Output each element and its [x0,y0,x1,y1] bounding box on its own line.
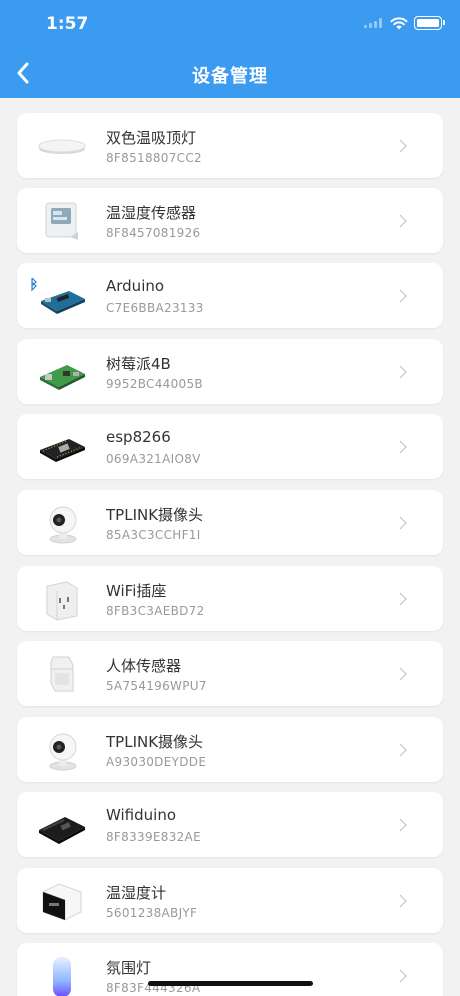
device-name: esp8266 [106,428,171,446]
device-card[interactable]: 氛围灯 8F83F444326A [17,943,443,996]
device-code: C7E6BBA23133 [106,301,204,315]
device-code: 8FB3C3AEBD72 [106,604,205,618]
nav-bar: 1:57 设备管理 [0,0,460,98]
device-card[interactable]: 温湿度计 5601238ABJYF [17,868,443,933]
device-card[interactable]: Wifiduino 8F8339E832AE [17,792,443,857]
device-card[interactable]: 双色温吸顶灯 8F8518807CC2 [17,113,443,178]
thermo-sensor-icon [37,196,87,246]
device-code: 069A321AIO8V [106,452,201,466]
device-code: A93030DEYDDE [106,755,207,769]
device-card[interactable]: TPLINK摄像头 85A3C3CCHF1I [17,490,443,555]
chevron-right-icon [399,894,407,908]
device-name: 温湿度传感器 [106,204,197,222]
hygrometer-icon [37,876,87,926]
device-code: 8F8339E832AE [106,830,201,844]
chevron-right-icon [399,969,407,983]
device-name: 温湿度计 [106,884,167,902]
device-card[interactable]: 树莓派4B 9952BC44005B [17,339,443,404]
device-code: 5601238ABJYF [106,906,198,920]
device-code: 85A3C3CCHF1I [106,528,201,542]
device-code: 8F8518807CC2 [106,151,202,165]
device-card[interactable]: TPLINK摄像头 A93030DEYDDE [17,717,443,782]
device-card[interactable]: WiFi插座 8FB3C3AEBD72 [17,566,443,631]
cellular-signal-icon [364,18,384,28]
chevron-right-icon [399,440,407,454]
device-name: TPLINK摄像头 [106,506,204,524]
chevron-right-icon [399,289,407,303]
wifiduino-board-icon [37,800,87,850]
camera-icon [37,498,87,548]
arduino-board-icon [27,271,89,321]
chevron-right-icon [399,667,407,681]
device-code: 8F8457081926 [106,226,201,240]
ceiling-lamp-icon [37,121,87,171]
device-card[interactable]: 温湿度传感器 8F8457081926 [17,188,443,253]
camera-icon [37,725,87,775]
chevron-right-icon [399,818,407,832]
device-name: 氛围灯 [106,959,152,977]
chevron-right-icon [399,592,407,606]
device-code: 5A754196WPU7 [106,679,207,693]
wifi-socket-icon [37,574,87,624]
chevron-right-icon [399,516,407,530]
ambient-lamp-icon [37,951,87,996]
chevron-right-icon [399,365,407,379]
device-name: Arduino [106,277,165,295]
raspberry-pi-icon [37,347,87,397]
device-name: 树莓派4B [106,355,171,373]
device-name: WiFi插座 [106,582,167,600]
status-time: 1:57 [46,14,89,34]
device-card[interactable]: 人体传感器 5A754196WPU7 [17,641,443,706]
device-card[interactable]: Arduino C7E6BBA23133 [17,263,443,328]
chevron-right-icon [399,214,407,228]
chevron-right-icon [399,743,407,757]
esp8266-board-icon [37,422,87,472]
device-code: 9952BC44005B [106,377,203,391]
wifi-icon [390,17,408,30]
motion-sensor-icon [37,649,87,699]
chevron-right-icon [399,139,407,153]
device-card[interactable]: esp8266 069A321AIO8V [17,414,443,479]
page-title: 设备管理 [192,66,268,87]
bluetooth-icon [31,277,85,314]
device-name: 人体传感器 [106,657,182,675]
status-icons [364,16,445,30]
device-name: Wifiduino [106,806,176,824]
device-name: 双色温吸顶灯 [106,129,197,147]
home-indicator [148,981,313,986]
device-name: TPLINK摄像头 [106,733,204,751]
battery-icon [414,16,445,30]
